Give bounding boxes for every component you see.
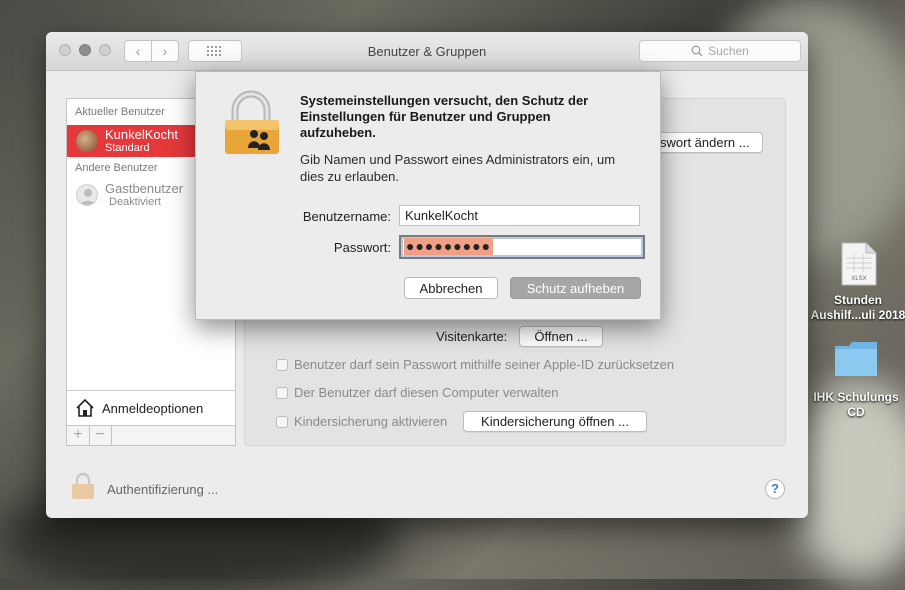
apple-id-reset-label: Benutzer darf sein Passwort mithilfe sei…	[294, 357, 675, 372]
cancel-button[interactable]: Abbrechen	[404, 277, 498, 299]
parental-controls-option[interactable]: Kindersicherung aktivieren	[276, 414, 447, 429]
lock-button[interactable]	[70, 472, 96, 500]
auth-label[interactable]: Authentifizierung ...	[107, 482, 218, 497]
password-field[interactable]: ●●●●●●●●●	[399, 235, 645, 259]
login-options-label: Anmeldeoptionen	[102, 400, 204, 416]
guest-name: Gastbenutzer	[105, 181, 184, 196]
avatar	[76, 130, 98, 152]
dialog-title: Systemeinstellungen versucht, den Schutz…	[300, 93, 589, 140]
user-role: Standard	[105, 142, 150, 154]
open-card-button[interactable]: Öffnen ...	[519, 326, 603, 347]
desktop-file-label[interactable]: Stunden Aushilf...uli 2018	[808, 293, 905, 323]
password-mask: ●●●●●●●●●	[404, 238, 494, 255]
folder-icon[interactable]	[833, 340, 879, 378]
dialog-message: Gib Namen und Passwort eines Administrat…	[300, 152, 616, 184]
desktop-file-icon[interactable]: XLSX	[838, 242, 880, 286]
card-label: Visitenkarte:	[436, 329, 508, 344]
search-icon	[691, 45, 703, 57]
titlebar: ‹ › Benutzer & Gruppen Suchen	[46, 32, 808, 71]
remove-user-button[interactable]: −	[89, 426, 112, 445]
login-options-button[interactable]: Anmeldeoptionen	[67, 390, 235, 425]
change-password-button[interactable]: swort ändern ...	[655, 132, 763, 153]
desktop-folder-label[interactable]: IHK Schulungs CD	[806, 390, 905, 420]
add-user-button[interactable]: +	[67, 426, 90, 445]
checkbox[interactable]	[276, 386, 288, 399]
user-name: KunkelKocht	[105, 127, 178, 142]
padlock-users-icon	[221, 90, 283, 156]
admin-label: Der Benutzer darf diesen Computer verwal…	[294, 385, 559, 400]
unlock-button[interactable]: Schutz aufheben	[510, 277, 641, 299]
checkbox[interactable]	[276, 415, 288, 428]
apple-id-reset-option[interactable]: Benutzer darf sein Passwort mithilfe sei…	[276, 357, 674, 372]
username-label: Benutzername:	[302, 209, 391, 224]
current-user-header: Aktueller Benutzer	[75, 106, 165, 118]
parental-controls-label: Kindersicherung aktivieren	[294, 414, 448, 429]
guest-avatar	[76, 184, 98, 206]
lock-icon	[72, 472, 94, 499]
open-parental-controls-button[interactable]: Kindersicherung öffnen ...	[463, 411, 647, 432]
search-input[interactable]: Suchen	[639, 40, 801, 62]
house-icon	[76, 398, 94, 417]
search-placeholder: Suchen	[708, 44, 749, 58]
username-field[interactable]: KunkelKocht	[399, 205, 640, 226]
guest-status: Deaktiviert	[109, 196, 161, 208]
admin-option[interactable]: Der Benutzer darf diesen Computer verwal…	[276, 385, 558, 400]
svg-text:XLSX: XLSX	[851, 276, 866, 282]
help-button[interactable]: ?	[765, 479, 785, 499]
checkbox[interactable]	[276, 358, 288, 371]
add-remove-bar: + −	[66, 426, 236, 446]
auth-dialog: Systemeinstellungen versucht, den Schutz…	[195, 71, 661, 320]
password-label: Passwort:	[333, 240, 391, 255]
other-users-header: Andere Benutzer	[75, 162, 158, 174]
